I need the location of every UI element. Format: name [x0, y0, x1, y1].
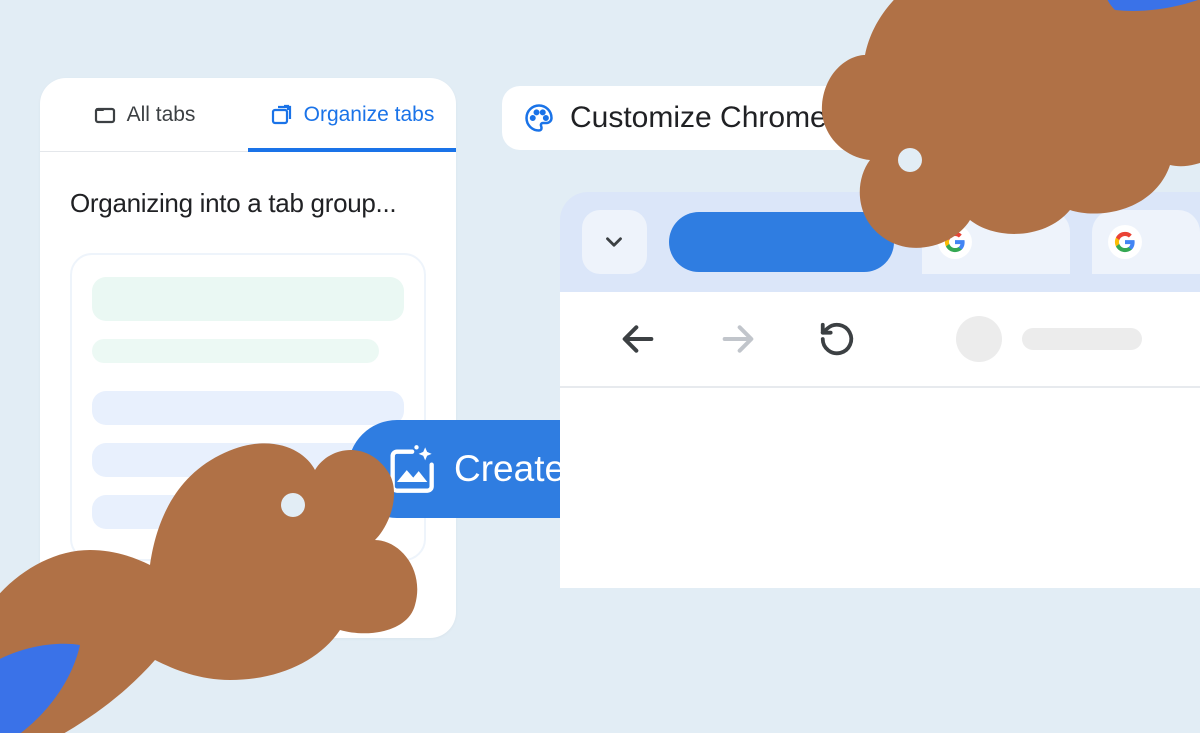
chevron-down-icon [601, 229, 627, 255]
tab-all-tabs-label: All tabs [127, 103, 196, 127]
omnibox[interactable] [956, 316, 1142, 362]
tab-all-tabs[interactable]: All tabs [40, 78, 248, 151]
tab-list-dropdown-button[interactable] [582, 210, 647, 274]
tab-header: All tabs Organize tabs [40, 78, 456, 152]
tab-organize-tabs[interactable]: Organize tabs [248, 78, 456, 151]
hand-illustration [760, 0, 1200, 290]
back-button[interactable] [618, 319, 658, 359]
browser-toolbar [560, 292, 1200, 388]
browser-content [560, 388, 1200, 588]
palette-icon [524, 103, 554, 133]
url-placeholder [1022, 328, 1142, 350]
site-icon-placeholder [956, 316, 1002, 362]
hand-illustration [0, 340, 450, 733]
skeleton-line [92, 277, 404, 321]
all-tabs-icon [93, 103, 117, 127]
panel-heading: Organizing into a tab group... [70, 188, 426, 219]
tab-organize-label: Organize tabs [304, 103, 435, 127]
forward-button[interactable] [718, 319, 758, 359]
organize-icon [270, 103, 294, 127]
reload-button[interactable] [818, 320, 856, 358]
create-button-label: Create [454, 448, 565, 490]
